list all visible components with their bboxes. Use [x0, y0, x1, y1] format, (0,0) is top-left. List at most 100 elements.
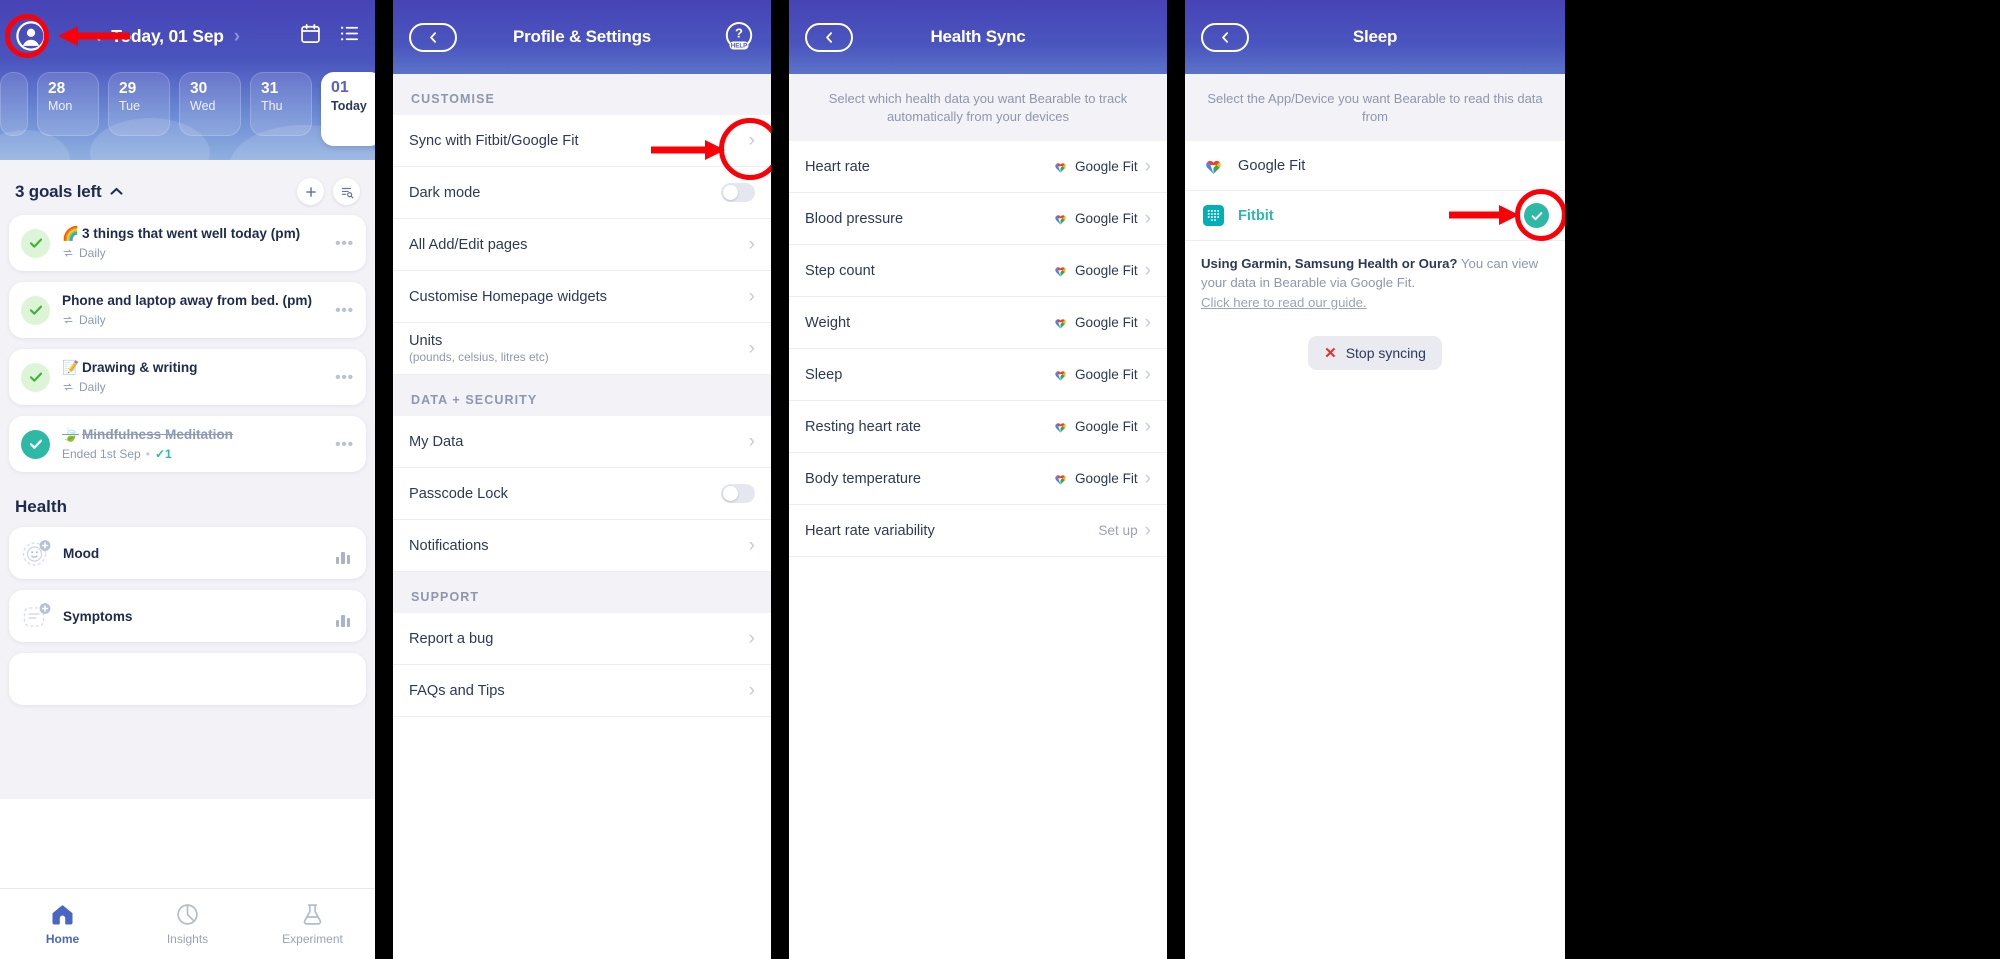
health-card-symptoms[interactable]: Symptoms	[9, 590, 366, 642]
settings-row-notifications[interactable]: Notifications ›	[393, 520, 771, 572]
day-card-30[interactable]: 30 Wed	[179, 72, 241, 136]
device-row-google-fit[interactable]: Google Fit	[1185, 141, 1565, 192]
sync-source[interactable]: Google Fit ›	[1053, 261, 1151, 280]
sync-source[interactable]: Google Fit ›	[1053, 469, 1151, 488]
goal-checkbox[interactable]	[21, 295, 50, 325]
settings-row-dark-mode[interactable]: Dark mode	[393, 167, 771, 219]
goal-card[interactable]: 🌈 3 things that went well today (pm) Dail…	[9, 215, 366, 271]
goal-menu-button[interactable]: •••	[329, 302, 354, 319]
tab-insights[interactable]: Insights	[125, 902, 250, 946]
goal-card[interactable]: 📝 Drawing & writing Daily •••	[9, 349, 366, 405]
chevron-right-icon[interactable]: ›	[1145, 313, 1151, 332]
device-row-fitbit[interactable]: Fitbit	[1185, 191, 1565, 242]
sync-row-resting-heart-rate[interactable]: Resting heart rate Google Fit ›	[789, 401, 1167, 454]
chevron-right-icon[interactable]: ›	[1145, 157, 1151, 176]
health-card-partial[interactable]	[9, 653, 366, 705]
back-button[interactable]	[805, 22, 853, 52]
day-card-28[interactable]: 28 Mon	[37, 72, 99, 136]
sync-source[interactable]: Set up ›	[1098, 521, 1151, 540]
row-control[interactable]: ›	[749, 235, 755, 254]
day-card-today[interactable]: 01 Today	[321, 72, 375, 146]
settings-row-sync[interactable]: Sync with Fitbit/Google Fit ›	[393, 115, 771, 167]
sync-source[interactable]: Google Fit ›	[1053, 209, 1151, 228]
back-button[interactable]	[409, 22, 457, 52]
health-card-mood[interactable]: Mood	[9, 527, 366, 579]
chevron-right-icon[interactable]: ›	[749, 131, 755, 150]
settings-row-my-data[interactable]: My Data ›	[393, 416, 771, 468]
tab-home[interactable]: Home	[0, 902, 125, 946]
goal-menu-button[interactable]: •••	[329, 235, 354, 252]
chevron-right-icon[interactable]: ›	[1145, 417, 1151, 436]
chevron-right-icon[interactable]: ›	[1145, 365, 1151, 384]
sync-row-heart-rate-variability[interactable]: Heart rate variability Set up ›	[789, 505, 1167, 558]
sync-source-label: Google Fit	[1074, 367, 1138, 383]
calendar-icon[interactable]	[299, 22, 322, 50]
row-control[interactable]: ›	[749, 536, 755, 555]
plus-icon[interactable]	[297, 178, 324, 205]
goal-checkbox[interactable]	[21, 228, 50, 258]
goal-menu-button[interactable]: •••	[329, 369, 354, 386]
dark-mode-toggle[interactable]	[721, 183, 755, 202]
settings-row-units[interactable]: Units (pounds, celsius, litres etc) ›	[393, 323, 771, 375]
row-control[interactable]: ›	[749, 629, 755, 648]
chevron-right-icon[interactable]: ›	[1145, 261, 1151, 280]
chevron-right-icon[interactable]: ›	[1145, 521, 1151, 540]
row-control[interactable]	[721, 484, 755, 503]
sync-row-step-count[interactable]: Step count Google Fit ›	[789, 245, 1167, 298]
goal-card[interactable]: 🍃 Mindfulness Meditation Ended 1st Sep • …	[9, 416, 366, 472]
chevron-right-icon[interactable]: ›	[749, 629, 755, 648]
date-navigator[interactable]: ‹ Today, 01 Sep ›	[95, 26, 240, 47]
chevron-right-icon[interactable]: ›	[749, 339, 755, 358]
chevron-right-icon[interactable]: ›	[749, 432, 755, 451]
chevron-right-icon[interactable]: ›	[749, 536, 755, 555]
chevron-right-icon[interactable]: ›	[749, 287, 755, 306]
goal-checkbox[interactable]	[21, 429, 50, 459]
row-control[interactable]: ›	[749, 681, 755, 700]
sync-row-sleep[interactable]: Sleep Google Fit ›	[789, 349, 1167, 402]
row-control[interactable]: ›	[749, 131, 755, 150]
goal-checkbox[interactable]	[21, 362, 50, 392]
back-button[interactable]	[1201, 22, 1249, 52]
day-card-31[interactable]: 31 Thu	[250, 72, 312, 136]
stop-syncing-button[interactable]: ✕ Stop syncing	[1308, 336, 1442, 371]
chevron-up-icon[interactable]	[110, 184, 123, 199]
list-search-icon[interactable]	[333, 178, 360, 205]
sync-source[interactable]: Google Fit ›	[1053, 157, 1151, 176]
row-control[interactable]: ›	[749, 339, 755, 358]
device-selected-check-icon[interactable]	[1524, 203, 1549, 229]
goal-card[interactable]: Phone and laptop away from bed. (pm) Dai…	[9, 282, 366, 338]
settings-row-faqs[interactable]: FAQs and Tips ›	[393, 665, 771, 717]
row-control[interactable]	[721, 183, 755, 202]
settings-row-report-bug[interactable]: Report a bug ›	[393, 613, 771, 665]
account-circle-icon[interactable]	[14, 19, 48, 53]
sync-row-body-temperature[interactable]: Body temperature Google Fit ›	[789, 453, 1167, 506]
read-guide-link[interactable]: Click here to read our guide.	[1201, 294, 1549, 313]
chart-bars-icon[interactable]	[332, 605, 354, 627]
settings-row-add-edit-pages[interactable]: All Add/Edit pages ›	[393, 219, 771, 271]
tab-experiment[interactable]: Experiment	[250, 902, 375, 946]
sync-source[interactable]: Google Fit ›	[1053, 313, 1151, 332]
sync-row-heart-rate[interactable]: Heart rate Google Fit ›	[789, 141, 1167, 194]
row-control[interactable]: ›	[749, 432, 755, 451]
prev-day-button[interactable]: ‹	[95, 27, 101, 46]
goal-menu-button[interactable]: •••	[329, 436, 354, 453]
date-strip[interactable]: 28 Mon 29 Tue 30 Wed 31 Thu 01 Today	[0, 72, 375, 146]
sync-source[interactable]: Google Fit ›	[1053, 365, 1151, 384]
passcode-lock-toggle[interactable]	[721, 484, 755, 503]
settings-row-passcode-lock[interactable]: Passcode Lock	[393, 468, 771, 520]
day-card[interactable]	[0, 72, 28, 136]
sync-row-weight[interactable]: Weight Google Fit ›	[789, 297, 1167, 350]
day-card-29[interactable]: 29 Tue	[108, 72, 170, 136]
help-icon[interactable]: ? HELP	[723, 21, 755, 53]
next-day-button[interactable]: ›	[234, 27, 240, 46]
sync-row-blood-pressure[interactable]: Blood pressure Google Fit ›	[789, 193, 1167, 246]
row-control[interactable]: ›	[749, 287, 755, 306]
chart-bars-icon[interactable]	[332, 542, 354, 564]
settings-row-homepage-widgets[interactable]: Customise Homepage widgets ›	[393, 271, 771, 323]
list-icon[interactable]	[338, 22, 361, 50]
chevron-right-icon[interactable]: ›	[1145, 469, 1151, 488]
sync-source[interactable]: Google Fit ›	[1053, 417, 1151, 436]
chevron-right-icon[interactable]: ›	[749, 681, 755, 700]
chevron-right-icon[interactable]: ›	[749, 235, 755, 254]
chevron-right-icon[interactable]: ›	[1145, 209, 1151, 228]
